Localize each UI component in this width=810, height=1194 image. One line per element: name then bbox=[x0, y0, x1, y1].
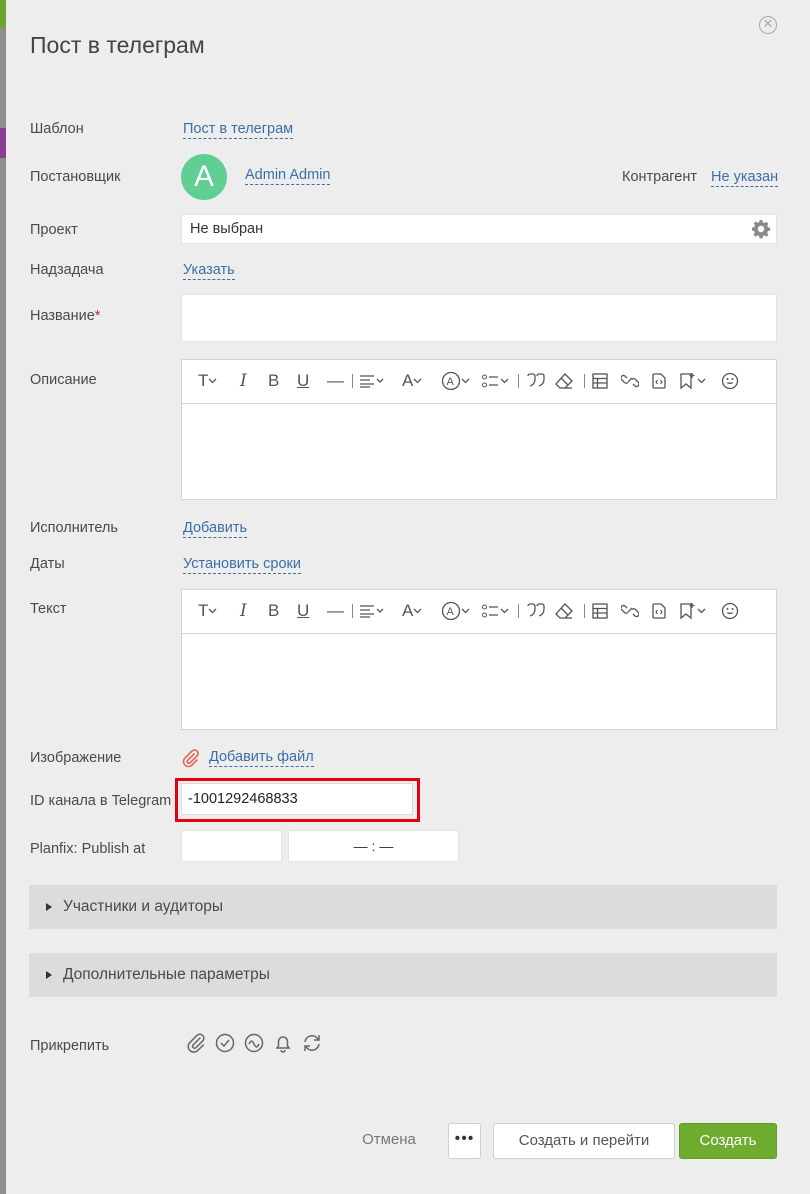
highlight-color-icon[interactable]: A bbox=[441, 370, 471, 392]
template-label: Шаблон bbox=[30, 121, 84, 137]
cancel-button[interactable]: Отмена bbox=[354, 1123, 424, 1159]
dates-link[interactable]: Установить сроки bbox=[183, 556, 301, 574]
description-textarea[interactable] bbox=[182, 404, 776, 499]
publish-at-label: Planfix: Publish at bbox=[30, 841, 146, 857]
underline-icon[interactable]: U bbox=[297, 600, 309, 622]
assigner-name-link[interactable]: Admin Admin bbox=[245, 167, 331, 185]
recurring-icon[interactable] bbox=[301, 1032, 323, 1054]
name-label: Название* bbox=[30, 308, 101, 324]
italic-icon[interactable]: I bbox=[240, 370, 247, 392]
expand-triangle-icon bbox=[46, 971, 52, 979]
publish-date-input[interactable] bbox=[181, 830, 282, 862]
attach-file-icon[interactable] bbox=[185, 1032, 207, 1054]
project-select[interactable]: Не выбран bbox=[181, 214, 777, 244]
eraser-icon[interactable] bbox=[555, 370, 573, 392]
close-icon[interactable]: ✕ bbox=[759, 16, 777, 34]
parent-task-label: Надзадача bbox=[30, 262, 104, 278]
horizontal-line-icon[interactable]: — bbox=[327, 600, 344, 622]
svg-text:A: A bbox=[447, 376, 455, 388]
text-color-icon[interactable]: A bbox=[402, 370, 422, 392]
description-editor: T I B U — A A bbox=[181, 359, 777, 500]
bold-icon[interactable]: B bbox=[268, 600, 279, 622]
participants-section-title: Участники и аудиторы bbox=[63, 898, 224, 915]
image-label: Изображение bbox=[30, 750, 122, 766]
code-icon[interactable] bbox=[651, 600, 667, 622]
name-input[interactable] bbox=[181, 294, 777, 342]
eraser-icon[interactable] bbox=[555, 600, 573, 622]
list-icon[interactable] bbox=[482, 600, 510, 622]
participants-section[interactable]: Участники и аудиторы bbox=[29, 885, 777, 929]
emoji-icon[interactable] bbox=[721, 370, 739, 392]
align-icon[interactable] bbox=[359, 370, 385, 392]
toolbar-divider bbox=[352, 374, 353, 388]
counterparty-link[interactable]: Не указан bbox=[711, 169, 779, 187]
emoji-icon[interactable] bbox=[721, 600, 739, 622]
create-and-go-button[interactable]: Создать и перейти bbox=[493, 1123, 675, 1159]
description-label: Описание bbox=[30, 372, 97, 388]
text-label: Текст bbox=[30, 601, 67, 617]
task-modal: ✕ Пост в телеграм Шаблон Пост в телеграм… bbox=[6, 0, 810, 1194]
more-button[interactable]: ••• bbox=[448, 1123, 481, 1159]
bookmark-icon[interactable] bbox=[679, 600, 707, 622]
toolbar-divider bbox=[518, 604, 519, 618]
add-file-link[interactable]: Добавить файл bbox=[209, 749, 314, 767]
quote-icon[interactable] bbox=[527, 600, 545, 622]
extra-params-section-title: Дополнительные параметры bbox=[63, 966, 270, 983]
channel-id-input[interactable]: -1001292468833 bbox=[181, 783, 413, 815]
font-size-icon[interactable]: T bbox=[198, 370, 217, 392]
text-textarea[interactable] bbox=[182, 634, 776, 729]
link-icon[interactable] bbox=[621, 600, 639, 622]
checklist-icon[interactable] bbox=[214, 1032, 236, 1054]
channel-id-label: ID канала в Telegram bbox=[30, 793, 172, 809]
parent-task-link[interactable]: Указать bbox=[183, 262, 235, 280]
toolbar-divider bbox=[352, 604, 353, 618]
extra-params-section[interactable]: Дополнительные параметры bbox=[29, 953, 777, 997]
bookmark-icon[interactable] bbox=[679, 370, 707, 392]
description-toolbar: T I B U — A A bbox=[182, 360, 776, 404]
gear-icon[interactable] bbox=[751, 219, 771, 239]
underline-icon[interactable]: U bbox=[297, 370, 309, 392]
executor-label: Исполнитель bbox=[30, 520, 118, 536]
toolbar-divider bbox=[584, 604, 585, 618]
modal-title: Пост в телеграм bbox=[30, 32, 205, 58]
publish-time-input[interactable]: — : — bbox=[288, 830, 459, 862]
dates-label: Даты bbox=[30, 556, 65, 572]
highlight-color-icon[interactable]: A bbox=[441, 600, 471, 622]
table-icon[interactable] bbox=[592, 600, 608, 622]
required-mark: * bbox=[94, 308, 101, 324]
italic-icon[interactable]: I bbox=[240, 600, 247, 622]
link-icon[interactable] bbox=[621, 370, 639, 392]
expand-triangle-icon bbox=[46, 903, 52, 911]
bell-icon[interactable] bbox=[272, 1032, 294, 1054]
toolbar-divider bbox=[584, 374, 585, 388]
project-value: Не выбран bbox=[190, 221, 264, 237]
avatar[interactable]: A bbox=[181, 154, 227, 200]
assigner-label: Постановщик bbox=[30, 169, 121, 185]
font-size-icon[interactable]: T bbox=[198, 600, 217, 622]
text-editor: T I B U — A A bbox=[181, 589, 777, 730]
table-icon[interactable] bbox=[592, 370, 608, 392]
align-icon[interactable] bbox=[359, 600, 385, 622]
analytics-icon[interactable] bbox=[243, 1032, 265, 1054]
executor-add-link[interactable]: Добавить bbox=[183, 520, 248, 538]
svg-text:A: A bbox=[447, 606, 455, 618]
text-toolbar: T I B U — A A bbox=[182, 590, 776, 634]
code-icon[interactable] bbox=[651, 370, 667, 392]
counterparty-label: Контрагент bbox=[622, 169, 697, 185]
bold-icon[interactable]: B bbox=[268, 370, 279, 392]
list-icon[interactable] bbox=[482, 370, 510, 392]
quote-icon[interactable] bbox=[527, 370, 545, 392]
toolbar-divider bbox=[518, 374, 519, 388]
create-button[interactable]: Создать bbox=[679, 1123, 777, 1159]
attach-label: Прикрепить bbox=[30, 1038, 110, 1054]
text-color-icon[interactable]: A bbox=[402, 600, 422, 622]
project-label: Проект bbox=[30, 222, 78, 238]
horizontal-line-icon[interactable]: — bbox=[327, 370, 344, 392]
paperclip-icon[interactable] bbox=[180, 748, 200, 768]
template-link[interactable]: Пост в телеграм bbox=[183, 121, 294, 139]
